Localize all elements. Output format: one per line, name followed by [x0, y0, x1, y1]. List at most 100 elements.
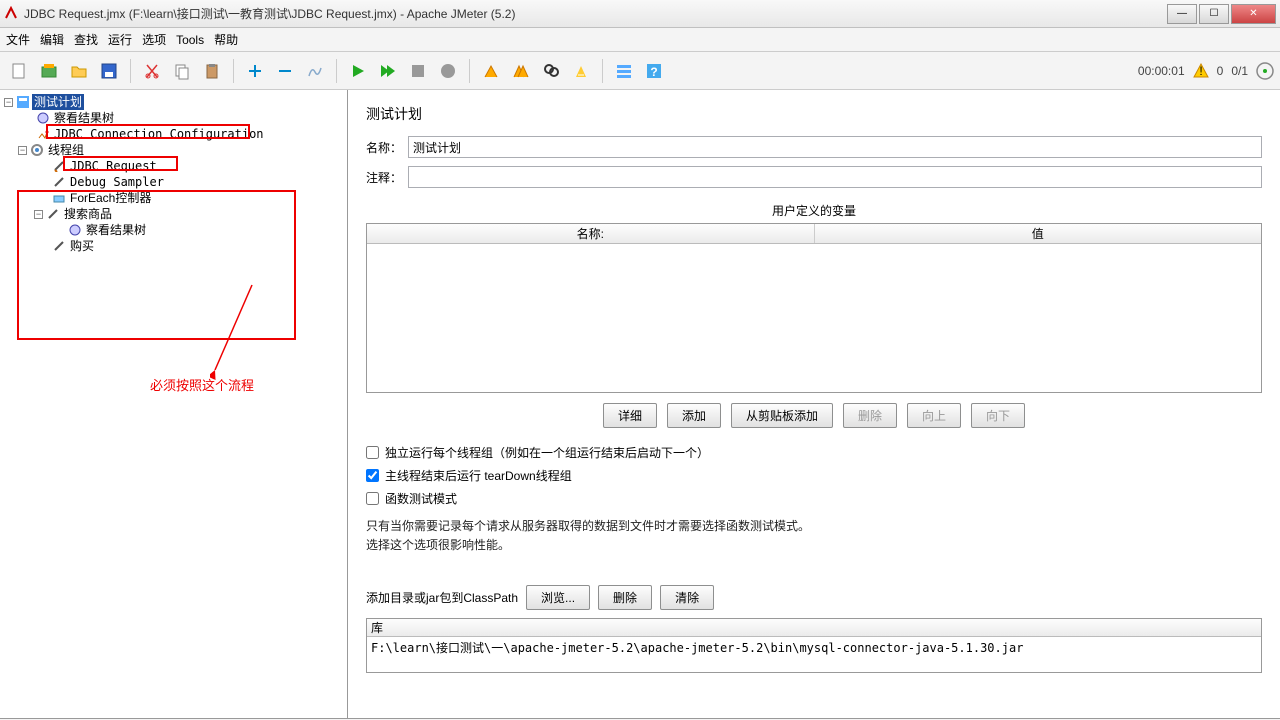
down-button[interactable]: 向下 — [971, 403, 1025, 428]
tree-panel: − 测试计划 察看结果树 JDBC Connection Configurati… — [0, 90, 348, 718]
menu-file[interactable]: 文件 — [6, 31, 30, 48]
tree-root-label[interactable]: 测试计划 — [32, 94, 84, 110]
copy-icon[interactable] — [169, 58, 195, 84]
vars-title: 用户定义的变量 — [366, 202, 1262, 219]
delete-jar-button[interactable]: 删除 — [598, 585, 652, 610]
add-from-clipboard-button[interactable]: 从剪贴板添加 — [731, 403, 833, 428]
function-helper-icon[interactable] — [611, 58, 637, 84]
menu-options[interactable]: 选项 — [142, 31, 166, 48]
tree-item[interactable]: ForEach控制器 — [4, 190, 343, 206]
vars-table[interactable]: 名称: 值 — [366, 223, 1262, 393]
teardown-checkbox[interactable] — [366, 469, 379, 482]
comment-input[interactable] — [408, 166, 1262, 188]
collapse-icon[interactable]: − — [18, 146, 27, 155]
menu-help[interactable]: 帮助 — [214, 31, 238, 48]
expand-icon[interactable] — [242, 58, 268, 84]
listener-icon — [36, 111, 50, 125]
tree-label[interactable]: 搜索商品 — [62, 206, 114, 222]
tree-item[interactable]: JDBC Connection Configuration — [4, 126, 343, 142]
col-name: 名称: — [367, 224, 815, 243]
tree-item[interactable]: JDBC Request — [4, 158, 343, 174]
sampler-icon — [46, 207, 60, 221]
tree-item[interactable]: − 搜索商品 — [4, 206, 343, 222]
tree-label[interactable]: JDBC Connection Configuration — [52, 126, 266, 142]
menu-edit[interactable]: 编辑 — [40, 31, 64, 48]
sampler-icon — [52, 159, 66, 173]
tree-label[interactable]: 购买 — [68, 238, 96, 254]
toggle-icon[interactable] — [302, 58, 328, 84]
functional-mode-checkbox[interactable] — [366, 492, 379, 505]
tree-root[interactable]: − 测试计划 — [4, 94, 343, 110]
panel-title: 测试计划 — [366, 104, 1262, 124]
lib-header: 库 — [367, 619, 1261, 637]
sampler-icon — [52, 175, 66, 189]
detail-panel: 测试计划 名称： 注释： 用户定义的变量 名称: 值 详细 添加 从剪贴板添加 … — [348, 90, 1280, 718]
serialize-checkbox[interactable] — [366, 446, 379, 459]
browse-button[interactable]: 浏览... — [526, 585, 590, 610]
tree-item-threadgroup[interactable]: − 线程组 — [4, 142, 343, 158]
shutdown-icon[interactable] — [435, 58, 461, 84]
minimize-button[interactable]: — — [1167, 4, 1197, 24]
tree-label[interactable]: Debug Sampler — [68, 174, 166, 190]
annotation-text: 必须按照这个流程 — [150, 375, 254, 394]
tree-label[interactable]: 察看结果树 — [84, 222, 148, 238]
cut-icon[interactable] — [139, 58, 165, 84]
name-input[interactable] — [408, 136, 1262, 158]
collapse-icon[interactable]: − — [34, 210, 43, 219]
controller-icon — [52, 191, 66, 205]
up-button[interactable]: 向上 — [907, 403, 961, 428]
add-button[interactable]: 添加 — [667, 403, 721, 428]
cb2-label: 主线程结束后运行 tearDown线程组 — [385, 467, 572, 484]
detail-button[interactable]: 详细 — [603, 403, 657, 428]
tree-label[interactable]: 察看结果树 — [52, 110, 116, 126]
gauge-icon[interactable] — [1256, 62, 1274, 80]
menu-tools[interactable]: Tools — [176, 33, 204, 47]
tree-label[interactable]: 线程组 — [46, 142, 86, 158]
title-bar: JDBC Request.jmx (F:\learn\接口测试\一教育测试\JD… — [0, 0, 1280, 28]
config-icon — [36, 127, 50, 141]
clear-all-icon[interactable] — [508, 58, 534, 84]
lib-row[interactable]: F:\learn\接口测试\一\apache-jmeter-5.2\apache… — [367, 637, 1261, 658]
open-icon[interactable] — [66, 58, 92, 84]
tree-label[interactable]: JDBC Request — [68, 158, 159, 174]
app-icon — [4, 6, 20, 22]
menu-run[interactable]: 运行 — [108, 31, 132, 48]
collapse-icon[interactable]: − — [4, 98, 13, 107]
tree-item[interactable]: 察看结果树 — [4, 222, 343, 238]
stop-icon[interactable] — [405, 58, 431, 84]
info-text-2: 选择这个选项很影响性能。 — [366, 536, 1262, 555]
new-icon[interactable] — [6, 58, 32, 84]
comment-label: 注释： — [366, 169, 408, 186]
tree-label[interactable]: ForEach控制器 — [68, 190, 153, 206]
menu-bar: 文件 编辑 查找 运行 选项 Tools 帮助 — [0, 28, 1280, 52]
svg-text:!: ! — [1199, 64, 1202, 78]
cb3-label: 函数测试模式 — [385, 490, 457, 507]
menu-search[interactable]: 查找 — [74, 31, 98, 48]
classpath-label: 添加目录或jar包到ClassPath — [366, 589, 518, 606]
tree-item[interactable]: 购买 — [4, 238, 343, 254]
start-icon[interactable] — [345, 58, 371, 84]
tree-item[interactable]: Debug Sampler — [4, 174, 343, 190]
col-value: 值 — [815, 224, 1262, 243]
search-icon[interactable] — [538, 58, 564, 84]
tree-item[interactable]: 察看结果树 — [4, 110, 343, 126]
close-button[interactable]: ✕ — [1231, 4, 1276, 24]
delete-button[interactable]: 删除 — [843, 403, 897, 428]
classpath-table[interactable]: 库 F:\learn\接口测试\一\apache-jmeter-5.2\apac… — [366, 618, 1262, 673]
start-no-pause-icon[interactable] — [375, 58, 401, 84]
warning-icon[interactable]: ! — [1193, 63, 1209, 79]
help-icon[interactable]: ? — [641, 58, 667, 84]
info-text-1: 只有当你需要记录每个请求从服务器取得的数据到文件时才需要选择函数测试模式。 — [366, 517, 1262, 536]
templates-icon[interactable] — [36, 58, 62, 84]
threadgroup-icon — [30, 143, 44, 157]
reset-search-icon[interactable] — [568, 58, 594, 84]
maximize-button[interactable]: ☐ — [1199, 4, 1229, 24]
clear-button[interactable]: 清除 — [660, 585, 714, 610]
toolbar: ? 00:00:01 ! 0 0/1 — [0, 52, 1280, 90]
sampler-icon — [52, 239, 66, 253]
paste-icon[interactable] — [199, 58, 225, 84]
collapse-icon[interactable] — [272, 58, 298, 84]
clear-icon[interactable] — [478, 58, 504, 84]
save-icon[interactable] — [96, 58, 122, 84]
thread-count: 0/1 — [1231, 64, 1248, 78]
